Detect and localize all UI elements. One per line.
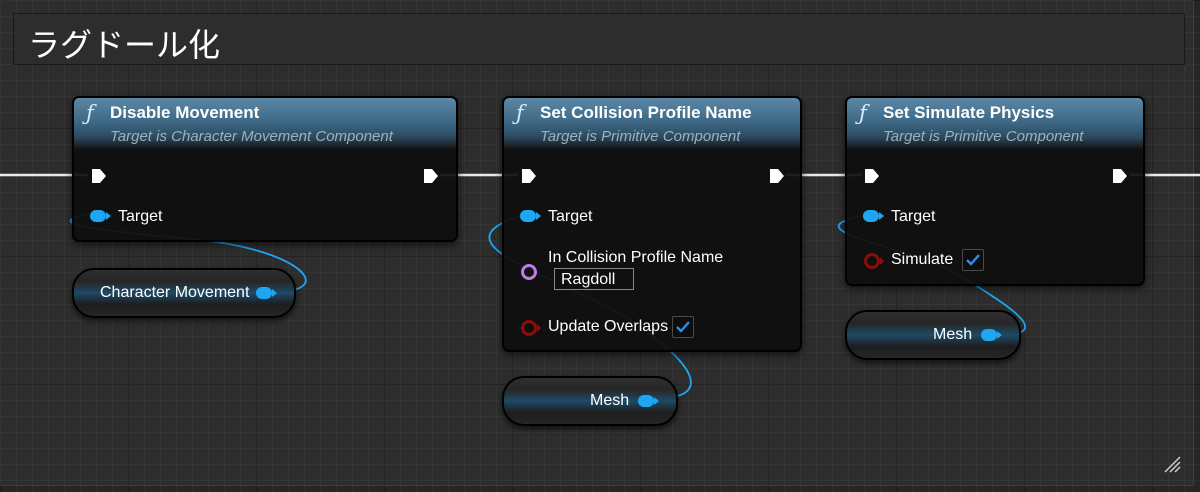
exec-out-pin-icon[interactable] (768, 167, 786, 185)
variable-label: Mesh (933, 326, 973, 343)
variable-label: Mesh (590, 392, 630, 409)
target-pin-label: Target (891, 208, 936, 225)
variable-node-character-movement[interactable]: Character Movement (72, 268, 296, 318)
update-overlaps-checkbox[interactable] (672, 316, 694, 338)
node-title: Disable Movement (110, 103, 260, 122)
target-pin-label: Target (118, 208, 163, 225)
exec-out-pin-icon[interactable] (422, 167, 440, 185)
node-set-simulate-physics[interactable]: ƒ Set Simulate Physics Target is Primiti… (845, 96, 1145, 286)
variable-label: Character Movement (100, 284, 250, 301)
target-pin-icon[interactable] (520, 210, 541, 222)
variable-output-pin-icon[interactable] (981, 329, 1002, 341)
target-pin-label: Target (548, 208, 593, 225)
collision-profile-name-pin-icon[interactable] (521, 264, 537, 280)
simulate-checkbox[interactable] (962, 249, 984, 271)
exec-in-pin-icon[interactable] (90, 167, 108, 185)
variable-node-mesh-physics[interactable]: Mesh (845, 310, 1021, 360)
resize-grip-icon[interactable] (1161, 453, 1181, 473)
simulate-label: Simulate (891, 251, 954, 268)
update-overlaps-label: Update Overlaps (548, 318, 669, 335)
simulate-pin-icon[interactable] (864, 253, 884, 269)
comment-header[interactable]: ラグドール化 (13, 13, 1185, 65)
node-title: Set Simulate Physics (883, 103, 1055, 122)
function-icon: ƒ (86, 101, 94, 125)
checkmark-icon (676, 321, 690, 333)
collision-profile-name-input[interactable]: Ragdoll (554, 268, 634, 290)
update-overlaps-pin-icon[interactable] (521, 320, 541, 336)
function-icon: ƒ (859, 101, 867, 125)
function-icon: ƒ (516, 101, 524, 125)
node-subtitle: Target is Primitive Component (883, 128, 1084, 145)
variable-output-pin-icon[interactable] (638, 395, 659, 407)
target-pin-icon[interactable] (863, 210, 884, 222)
variable-node-mesh-collision[interactable]: Mesh (502, 376, 678, 426)
variable-output-pin-icon[interactable] (256, 287, 277, 299)
comment-title: ラグドール化 (28, 26, 221, 64)
exec-in-pin-icon[interactable] (520, 167, 538, 185)
checkmark-icon (966, 254, 980, 266)
node-disable-movement[interactable]: ƒ Disable Movement Target is Character M… (72, 96, 458, 242)
node-subtitle: Target is Character Movement Component (110, 128, 393, 145)
node-subtitle: Target is Primitive Component (540, 128, 741, 145)
node-title: Set Collision Profile Name (540, 103, 752, 122)
exec-in-pin-icon[interactable] (863, 167, 881, 185)
node-set-collision-profile-name[interactable]: ƒ Set Collision Profile Name Target is P… (502, 96, 802, 352)
collision-profile-name-label: In Collision Profile Name (548, 249, 724, 266)
target-pin-icon[interactable] (90, 210, 111, 222)
exec-out-pin-icon[interactable] (1111, 167, 1129, 185)
